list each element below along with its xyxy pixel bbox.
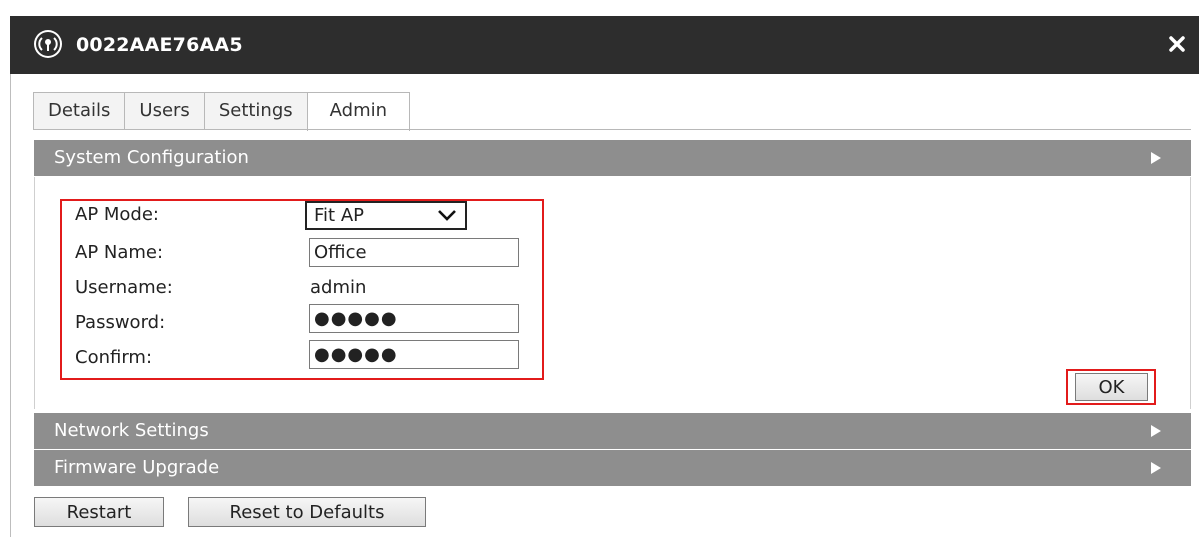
password-input[interactable]: ●●●●● — [309, 304, 519, 333]
confirm-password-input[interactable]: ●●●●● — [309, 340, 519, 369]
confirm-password-mask: ●●●●● — [314, 344, 398, 365]
section-system-configuration[interactable]: System Configuration — [34, 140, 1191, 176]
tab-settings[interactable]: Settings — [203, 92, 308, 129]
section-network-settings[interactable]: Network Settings — [34, 413, 1191, 449]
tab-users[interactable]: Users — [124, 92, 205, 129]
tab-admin[interactable]: Admin — [306, 92, 411, 131]
ok-button[interactable]: OK — [1075, 373, 1148, 401]
tab-details[interactable]: Details — [33, 92, 126, 129]
section-title: Network Settings — [54, 420, 209, 441]
ap-logo-icon — [34, 30, 62, 58]
section-title: System Configuration — [54, 147, 249, 168]
password-label: Password: — [75, 312, 166, 333]
ap-mode-select[interactable]: Fit AP — [305, 201, 467, 230]
ap-mode-value: Fit AP — [314, 205, 364, 226]
window-title: 0022AAE76AA5 — [76, 34, 243, 56]
ap-name-label: AP Name: — [75, 242, 164, 263]
chevron-down-icon — [438, 210, 456, 221]
section-firmware-upgrade[interactable]: Firmware Upgrade — [34, 450, 1191, 486]
close-icon[interactable] — [1163, 30, 1191, 58]
expand-arrow-icon — [1151, 152, 1161, 164]
ap-name-input[interactable] — [309, 238, 519, 267]
ap-mode-label: AP Mode: — [75, 204, 159, 225]
section-title: Firmware Upgrade — [54, 457, 220, 478]
tab-divider — [33, 129, 1191, 130]
username-label: Username: — [75, 277, 173, 298]
restart-button[interactable]: Restart — [34, 497, 164, 527]
expand-arrow-icon — [1151, 462, 1161, 474]
password-mask: ●●●●● — [314, 308, 398, 329]
username-value: admin — [310, 277, 367, 298]
confirm-label: Confirm: — [75, 347, 153, 368]
expand-arrow-icon — [1151, 425, 1161, 437]
tab-bar: Details Users Settings Admin — [33, 92, 411, 131]
reset-to-defaults-button[interactable]: Reset to Defaults — [188, 497, 426, 527]
title-bar: 0022AAE76AA5 — [10, 16, 1199, 74]
